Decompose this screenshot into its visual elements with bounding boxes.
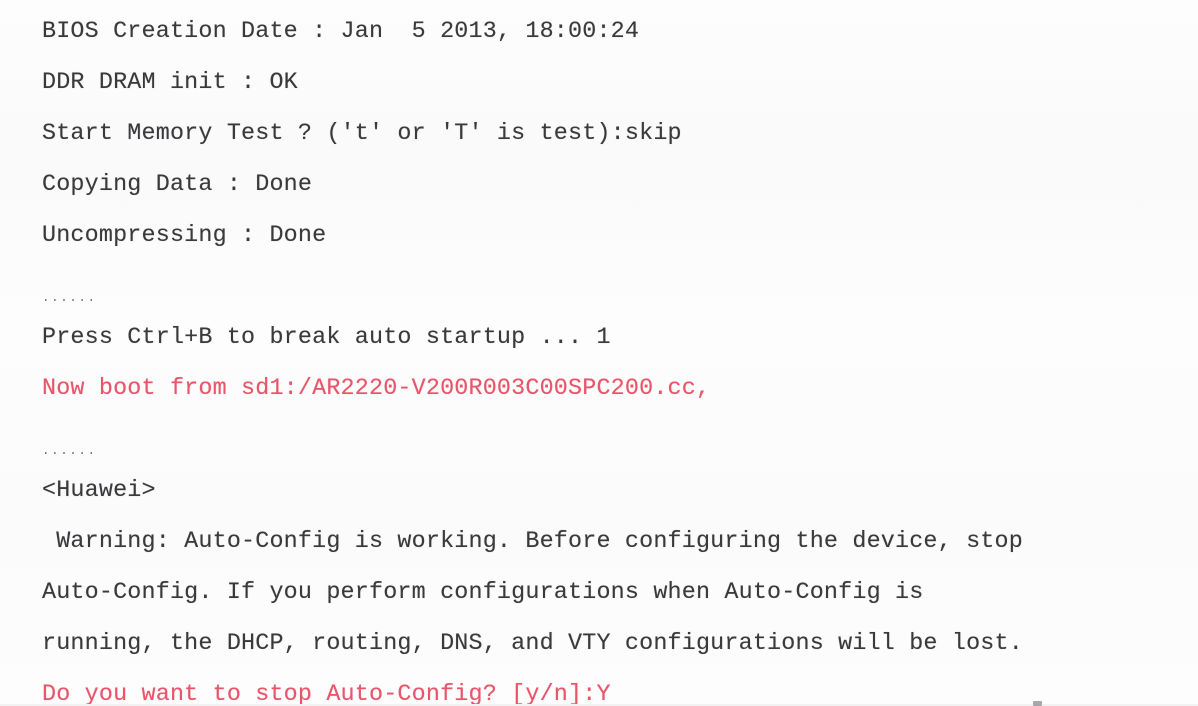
terminal-line: running, the DHCP, routing, DNS, and VTY… xyxy=(42,631,1023,657)
terminal-line: BIOS Creation Date : Jan 5 2013, 18:00:2… xyxy=(42,19,640,45)
terminal-ellipsis-line: ...... xyxy=(42,291,97,305)
bottom-artifact-speck xyxy=(1033,701,1042,706)
terminal-console[interactable]: BIOS Creation Date : Jan 5 2013, 18:00:2… xyxy=(0,0,1198,706)
terminal-line: Press Ctrl+B to break auto startup ... 1 xyxy=(42,325,611,351)
terminal-line: <Huawei> xyxy=(42,478,156,504)
terminal-line: Now boot from sd1:/AR2220-V200R003C00SPC… xyxy=(42,376,711,402)
terminal-line: Do you want to stop Auto-Config? [y/n]:Y xyxy=(42,682,611,706)
terminal-line: Uncompressing : Done xyxy=(42,223,327,249)
terminal-line: Start Memory Test ? ('t' or 'T' is test)… xyxy=(42,121,682,147)
terminal-ellipsis-line: ...... xyxy=(42,444,97,458)
terminal-line: DDR DRAM init : OK xyxy=(42,70,298,96)
terminal-line: Warning: Auto-Config is working. Before … xyxy=(42,529,1023,555)
terminal-output: BIOS Creation Date : Jan 5 2013, 18:00:2… xyxy=(0,0,1198,706)
terminal-line: Copying Data : Done xyxy=(42,172,313,198)
terminal-line: Auto-Config. If you perform configuratio… xyxy=(42,580,924,606)
